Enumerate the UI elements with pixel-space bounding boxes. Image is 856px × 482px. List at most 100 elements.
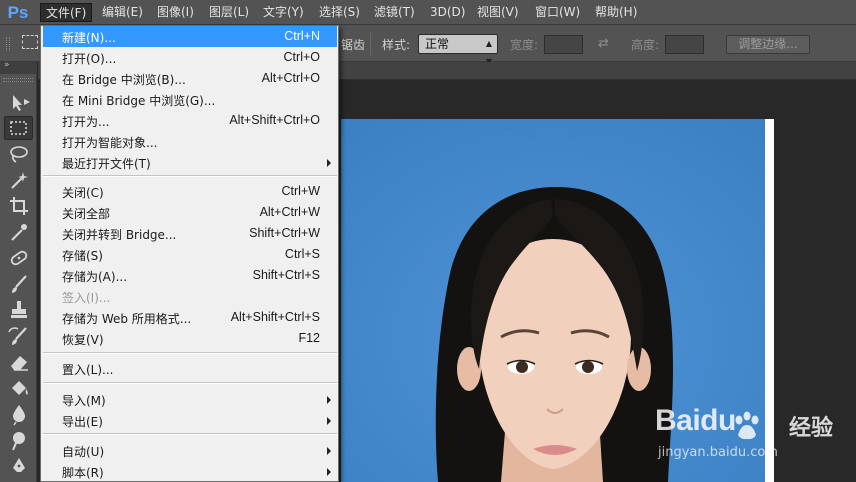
menu-view[interactable]: 视图(V) bbox=[472, 3, 524, 22]
menu-item-close[interactable]: 关闭(C) Ctrl+W bbox=[43, 181, 337, 202]
menu-item-shortcut: Alt+Ctrl+O bbox=[261, 71, 320, 85]
watermark-suffix: 经验 bbox=[789, 416, 834, 441]
menu-item-save-as[interactable]: 存储为(A)... Shift+Ctrl+S bbox=[43, 265, 337, 286]
options-separator bbox=[370, 33, 371, 55]
menu-item-label: 恢复(V) bbox=[62, 333, 104, 347]
menu-separator bbox=[43, 382, 337, 384]
submenu-arrow-icon bbox=[327, 396, 331, 404]
menu-image[interactable]: 图像(I) bbox=[152, 3, 199, 22]
menu-item-automate[interactable]: 自动(U) bbox=[43, 440, 337, 461]
menu-layer[interactable]: 图层(L) bbox=[204, 3, 254, 22]
height-input[interactable] bbox=[665, 35, 704, 54]
height-label: 高度: bbox=[631, 38, 660, 52]
swap-dimensions-icon[interactable]: ⇄ bbox=[598, 36, 609, 51]
paint-bucket-icon[interactable] bbox=[4, 376, 33, 400]
menu-help[interactable]: 帮助(H) bbox=[590, 3, 642, 22]
menu-bar: Ps 文件(F) 编辑(E) 图像(I) 图层(L) 文字(Y) 选择(S) 滤… bbox=[0, 0, 856, 25]
menu-edit[interactable]: 编辑(E) bbox=[97, 3, 148, 22]
watermark-url: jingyan.baidu.com bbox=[658, 445, 778, 460]
menu-item-shortcut: Ctrl+S bbox=[284, 247, 320, 261]
marquee-preset-icon[interactable] bbox=[22, 35, 38, 49]
photoshop-logo[interactable]: Ps bbox=[3, 2, 33, 23]
pen-tool-icon[interactable] bbox=[4, 454, 33, 478]
menu-item-close-go-bridge[interactable]: 关闭并转到 Bridge... Shift+Ctrl+W bbox=[43, 223, 337, 244]
style-select[interactable]: 正常 ▲▼ bbox=[418, 34, 498, 66]
menu-item-label: 导出(E) bbox=[62, 415, 103, 429]
menu-item-label: 在 Bridge 中浏览(B)... bbox=[62, 73, 186, 87]
menu-item-open-as[interactable]: 打开为... Alt+Shift+Ctrl+O bbox=[43, 110, 337, 131]
menu-type[interactable]: 文字(Y) bbox=[258, 3, 309, 22]
menu-item-label: 存储为(A)... bbox=[62, 270, 128, 284]
collapse-panel-icon[interactable]: » bbox=[4, 60, 10, 70]
menu-item-shortcut: Shift+Ctrl+W bbox=[249, 226, 320, 240]
menu-item-close-all[interactable]: 关闭全部 Alt+Ctrl+W bbox=[43, 202, 337, 223]
menu-item-label: 自动(U) bbox=[62, 445, 105, 459]
menu-item-import[interactable]: 导入(M) bbox=[43, 389, 337, 410]
menu-item-revert[interactable]: 恢复(V) F12 bbox=[43, 328, 337, 349]
menu-item-shortcut: Ctrl+W bbox=[281, 184, 320, 198]
eraser-tool-icon[interactable] bbox=[4, 350, 33, 374]
menu-item-shortcut: Shift+Ctrl+S bbox=[252, 268, 320, 282]
menu-item-browse-bridge[interactable]: 在 Bridge 中浏览(B)... Alt+Ctrl+O bbox=[43, 68, 337, 89]
menu-3d[interactable]: 3D(D) bbox=[425, 3, 470, 22]
menu-item-new[interactable]: 新建(N)... Ctrl+N bbox=[43, 26, 337, 47]
eyedropper-tool-icon[interactable] bbox=[4, 220, 33, 244]
menu-separator bbox=[43, 433, 337, 435]
style-label: 样式: bbox=[382, 38, 411, 52]
lasso-tool-icon[interactable] bbox=[4, 142, 33, 166]
menu-item-label: 最近打开文件(T) bbox=[62, 157, 151, 171]
menu-item-label: 脚本(R) bbox=[62, 466, 104, 480]
file-menu-dropdown: 新建(N)... Ctrl+N 打开(O)... Ctrl+O 在 Bridge… bbox=[40, 25, 339, 482]
submenu-arrow-icon bbox=[327, 468, 331, 476]
watermark-logo-text: Baidu bbox=[655, 404, 736, 437]
style-select-value: 正常 bbox=[425, 37, 450, 51]
menu-item-shortcut: Alt+Shift+Ctrl+O bbox=[229, 113, 320, 127]
menu-item-recent-files[interactable]: 最近打开文件(T) bbox=[43, 152, 337, 173]
menu-item-shortcut: Alt+Ctrl+W bbox=[259, 205, 320, 219]
menu-filter[interactable]: 滤镜(T) bbox=[369, 3, 420, 22]
menu-item-label: 关闭(C) bbox=[62, 186, 104, 200]
menu-item-scripts[interactable]: 脚本(R) bbox=[43, 461, 337, 481]
menu-item-save[interactable]: 存储(S) Ctrl+S bbox=[43, 244, 337, 265]
tools-panel-header[interactable]: » bbox=[0, 60, 37, 74]
rectangular-marquee-tool-icon[interactable] bbox=[4, 116, 33, 140]
menu-item-shortcut: Ctrl+O bbox=[283, 50, 320, 64]
menu-item-label: 打开为... bbox=[62, 115, 110, 129]
width-label: 宽度: bbox=[510, 38, 539, 52]
antialias-label: 锯齿 bbox=[341, 38, 366, 52]
menu-item-open-smart-object[interactable]: 打开为智能对象... bbox=[43, 131, 337, 152]
menu-window[interactable]: 窗口(W) bbox=[530, 3, 585, 22]
dodge-tool-icon[interactable] bbox=[4, 428, 33, 452]
menu-item-export[interactable]: 导出(E) bbox=[43, 410, 337, 431]
crop-tool-icon[interactable] bbox=[4, 194, 33, 218]
blur-tool-icon[interactable] bbox=[4, 402, 33, 426]
spot-healing-brush-icon[interactable] bbox=[4, 246, 33, 270]
options-bar-grip[interactable] bbox=[6, 37, 10, 51]
menu-item-label: 存储为 Web 所用格式... bbox=[62, 312, 192, 326]
width-input[interactable] bbox=[544, 35, 583, 54]
menu-item-place[interactable]: 置入(L)... bbox=[43, 358, 337, 379]
brush-tool-icon[interactable] bbox=[4, 272, 33, 296]
menu-item-label: 存储(S) bbox=[62, 249, 103, 263]
menu-item-browse-mini-bridge[interactable]: 在 Mini Bridge 中浏览(G)... bbox=[43, 89, 337, 110]
menu-select[interactable]: 选择(S) bbox=[314, 3, 365, 22]
clone-stamp-tool-icon[interactable] bbox=[4, 298, 33, 322]
baidu-paw-icon bbox=[735, 411, 759, 440]
menu-item-label: 打开(O)... bbox=[62, 52, 117, 66]
refine-edge-button[interactable]: 调整边缘... bbox=[726, 35, 810, 54]
tools-panel-grip[interactable] bbox=[3, 78, 33, 82]
history-brush-icon[interactable] bbox=[4, 324, 33, 348]
menu-item-shortcut: F12 bbox=[298, 331, 320, 345]
move-tool-icon[interactable] bbox=[4, 90, 33, 114]
submenu-arrow-icon bbox=[327, 417, 331, 425]
menu-item-save-for-web[interactable]: 存储为 Web 所用格式... Alt+Shift+Ctrl+S bbox=[43, 307, 337, 328]
submenu-arrow-icon bbox=[327, 447, 331, 455]
menu-item-label: 打开为智能对象... bbox=[62, 136, 158, 150]
magic-wand-tool-icon[interactable] bbox=[4, 168, 33, 192]
menu-item-label: 关闭全部 bbox=[62, 207, 111, 221]
menu-item-shortcut: Alt+Shift+Ctrl+S bbox=[230, 310, 320, 324]
menu-file[interactable]: 文件(F) bbox=[40, 3, 93, 22]
submenu-arrow-icon bbox=[327, 159, 331, 167]
menu-item-shortcut: Ctrl+N bbox=[284, 29, 320, 43]
menu-item-open[interactable]: 打开(O)... Ctrl+O bbox=[43, 47, 337, 68]
